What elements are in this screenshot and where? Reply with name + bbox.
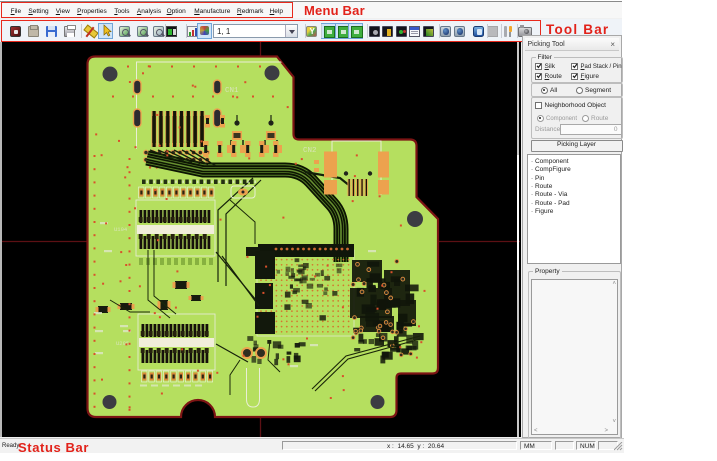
svg-text:CN2: CN2 [303, 147, 317, 155]
svg-text:U104: U104 [114, 226, 128, 233]
svg-text:CN1: CN1 [225, 87, 239, 95]
